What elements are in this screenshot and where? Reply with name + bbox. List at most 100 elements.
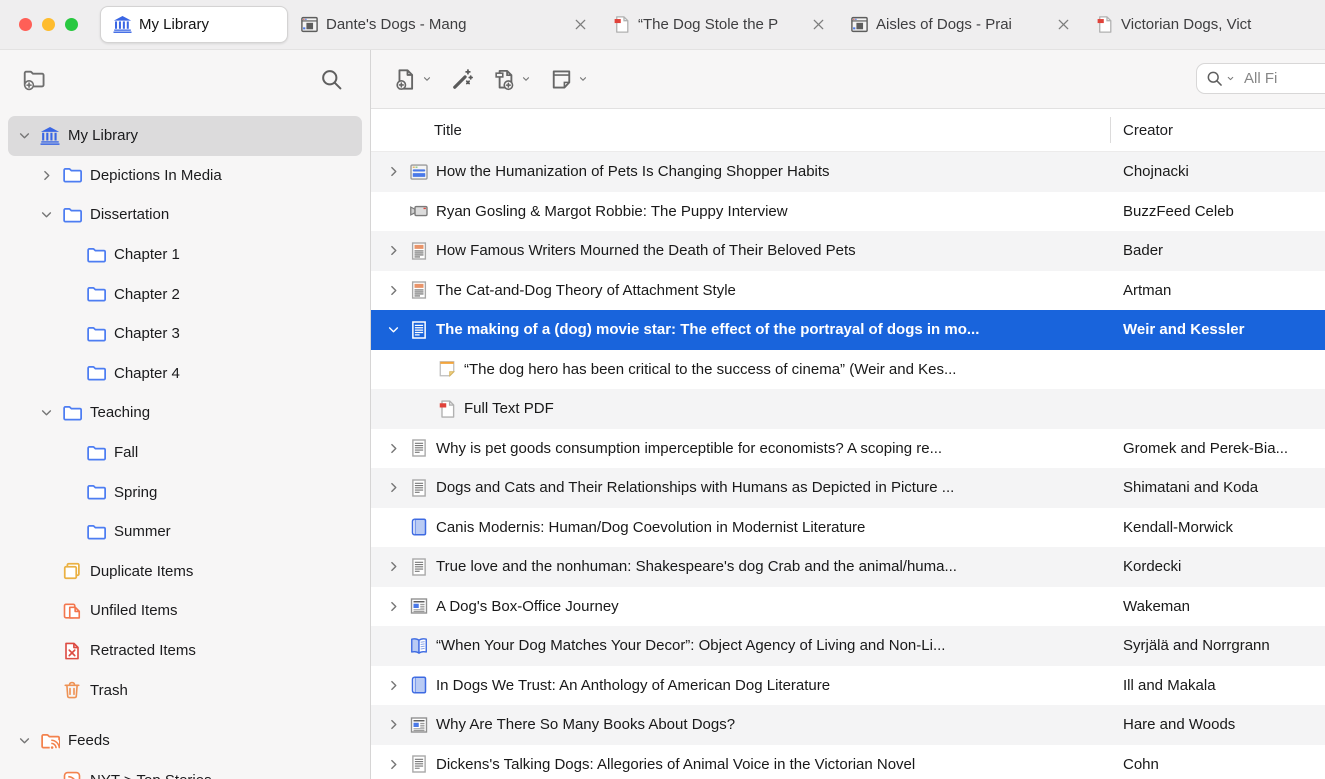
collection-search-button[interactable] bbox=[320, 68, 343, 91]
chevron-right-icon[interactable] bbox=[387, 438, 409, 458]
chevron-down-icon[interactable] bbox=[18, 731, 40, 751]
sidebar-item-spring[interactable]: Spring bbox=[8, 472, 362, 512]
sidebar-item-label: Feeds bbox=[68, 732, 110, 749]
sidebar-item-chapter-3[interactable]: Chapter 3 bbox=[8, 314, 362, 354]
newspaper-icon bbox=[409, 715, 429, 735]
item-row-dogs-and-cats-and-their-relationships-wi[interactable]: Dogs and Cats and Their Relationships wi… bbox=[371, 468, 1325, 508]
chevron-down-icon[interactable] bbox=[18, 126, 40, 146]
item-row-true-love-and-the-nonhuman-shakespeare-s[interactable]: True love and the nonhuman: Shakespeare'… bbox=[371, 547, 1325, 587]
folder-icon bbox=[86, 482, 106, 502]
sidebar-item-my-library[interactable]: My Library bbox=[8, 116, 362, 156]
minimize-window-button[interactable] bbox=[42, 18, 55, 31]
chevron-right-icon[interactable] bbox=[387, 715, 409, 735]
item-creator: Ill and Makala bbox=[1110, 677, 1325, 694]
item-row-the-dog-hero-has-been-critical-to-the-su[interactable]: “The dog hero has been critical to the s… bbox=[371, 350, 1325, 390]
new-attachment-button[interactable] bbox=[493, 68, 531, 91]
library-icon bbox=[113, 15, 132, 34]
sidebar-item-dissertation[interactable]: Dissertation bbox=[8, 195, 362, 235]
chevron-right-icon[interactable] bbox=[387, 478, 409, 498]
item-row-dickens-s-talking-dogs-allegories-of-ani[interactable]: Dickens's Talking Dogs: Allegories of An… bbox=[371, 745, 1325, 779]
sidebar-item-label: Duplicate Items bbox=[90, 563, 193, 580]
item-row-full-text-pdf[interactable]: Full Text PDF bbox=[371, 389, 1325, 429]
chevron-right-icon[interactable] bbox=[387, 557, 409, 577]
item-title-cell: The making of a (dog) movie star: The ef… bbox=[371, 320, 1110, 340]
newspaper-icon bbox=[409, 596, 429, 616]
library-icon bbox=[40, 126, 60, 146]
folder-icon bbox=[86, 284, 106, 304]
tab-dante-s-dogs[interactable]: Dante's Dogs - Mang bbox=[288, 6, 600, 43]
chevron-down-icon[interactable] bbox=[387, 320, 409, 340]
chevron-right-icon[interactable] bbox=[387, 162, 409, 182]
chevron-right-icon[interactable] bbox=[387, 675, 409, 695]
item-creator: Kordecki bbox=[1110, 558, 1325, 575]
item-title-cell: Ryan Gosling & Margot Robbie: The Puppy … bbox=[371, 201, 1110, 221]
chevron-right-icon[interactable] bbox=[387, 596, 409, 616]
chevron-down-icon[interactable] bbox=[40, 403, 62, 423]
chevron-right-icon[interactable] bbox=[40, 165, 62, 185]
sidebar-item-chapter-2[interactable]: Chapter 2 bbox=[8, 274, 362, 314]
twisty-spacer bbox=[415, 359, 437, 379]
sidebar-item-depictions-in-media[interactable]: Depictions In Media bbox=[8, 156, 362, 196]
main-content: My LibraryDepictions In MediaDissertatio… bbox=[0, 50, 1325, 779]
sidebar-item-duplicate-items[interactable]: Duplicate Items bbox=[8, 552, 362, 592]
chevron-right-icon[interactable] bbox=[387, 280, 409, 300]
add-by-identifier-button[interactable] bbox=[451, 68, 474, 91]
close-tab-icon[interactable] bbox=[811, 17, 826, 32]
pdf-icon bbox=[437, 399, 457, 419]
chevron-right-icon[interactable] bbox=[387, 754, 409, 774]
chevron-down-icon bbox=[521, 74, 531, 84]
chevron-down-icon[interactable] bbox=[40, 205, 62, 225]
column-header-creator[interactable]: Creator bbox=[1110, 109, 1325, 151]
rss-icon bbox=[62, 770, 82, 779]
tab-label: My Library bbox=[139, 16, 275, 33]
tab-my-library[interactable]: My Library bbox=[100, 6, 288, 43]
item-row-why-is-pet-goods-consumption-imperceptib[interactable]: Why is pet goods consumption imperceptib… bbox=[371, 429, 1325, 469]
close-window-button[interactable] bbox=[19, 18, 32, 31]
folder-icon bbox=[62, 403, 82, 423]
webpage-icon bbox=[409, 162, 429, 182]
new-collection-button[interactable] bbox=[22, 68, 45, 91]
twisty-spacer bbox=[64, 482, 86, 502]
item-title-cell: “When Your Dog Matches Your Decor”: Obje… bbox=[371, 636, 1110, 656]
item-row-the-cat-and-dog-theory-of-attachment-sty[interactable]: The Cat-and-Dog Theory of Attachment Sty… bbox=[371, 271, 1325, 311]
tab-victorian-dogs[interactable]: Victorian Dogs, Vict bbox=[1083, 6, 1325, 43]
item-row-the-making-of-a-dog-movie-star-the-effec[interactable]: The making of a (dog) movie star: The ef… bbox=[371, 310, 1325, 350]
feeds-folder-icon bbox=[40, 731, 60, 751]
sidebar-item-retracted-items[interactable]: Retracted Items bbox=[8, 631, 362, 671]
sidebar-item-chapter-4[interactable]: Chapter 4 bbox=[8, 354, 362, 394]
item-title: Ryan Gosling & Margot Robbie: The Puppy … bbox=[436, 203, 788, 220]
item-row-how-the-humanization-of-pets-is-changing[interactable]: How the Humanization of Pets Is Changing… bbox=[371, 152, 1325, 192]
sidebar-item-label: Trash bbox=[90, 682, 128, 699]
sidebar-item-unfiled-items[interactable]: Unfiled Items bbox=[8, 591, 362, 631]
tab-aisles-of-dogs[interactable]: Aisles of Dogs - Prai bbox=[838, 6, 1083, 43]
item-row-when-your-dog-matches-your-decor-object-[interactable]: “When Your Dog Matches Your Decor”: Obje… bbox=[371, 626, 1325, 666]
tab-label: Dante's Dogs - Mang bbox=[326, 16, 566, 33]
sidebar-item-label: NYT > Top Stories bbox=[90, 772, 212, 779]
item-row-canis-modernis-human-dog-coevolution-in-[interactable]: Canis Modernis: Human/Dog Coevolution in… bbox=[371, 508, 1325, 548]
item-row-why-are-there-so-many-books-about-dogs[interactable]: Why Are There So Many Books About Dogs?H… bbox=[371, 705, 1325, 745]
quick-search-input[interactable]: All Fi bbox=[1196, 63, 1325, 94]
new-note-button[interactable] bbox=[550, 68, 588, 91]
item-title-cell: True love and the nonhuman: Shakespeare'… bbox=[371, 557, 1110, 577]
item-row-in-dogs-we-trust-an-anthology-of-america[interactable]: In Dogs We Trust: An Anthology of Americ… bbox=[371, 666, 1325, 706]
sidebar-item-summer[interactable]: Summer bbox=[8, 512, 362, 552]
sidebar-item-teaching[interactable]: Teaching bbox=[8, 393, 362, 433]
close-tab-icon[interactable] bbox=[1056, 17, 1071, 32]
item-row-a-dog-s-box-office-journey[interactable]: A Dog's Box-Office JourneyWakeman bbox=[371, 587, 1325, 627]
sidebar-item-feeds[interactable]: Feeds bbox=[8, 721, 362, 761]
new-item-button[interactable] bbox=[394, 68, 432, 91]
sidebar-item-fall[interactable]: Fall bbox=[8, 433, 362, 473]
chevron-right-icon[interactable] bbox=[387, 241, 409, 261]
sidebar-item-chapter-1[interactable]: Chapter 1 bbox=[8, 235, 362, 275]
twisty-spacer bbox=[387, 201, 409, 221]
zoom-window-button[interactable] bbox=[65, 18, 78, 31]
tab-the-dog-stole[interactable]: “The Dog Stole the P bbox=[600, 6, 838, 43]
close-tab-icon[interactable] bbox=[573, 17, 588, 32]
folder-icon bbox=[62, 205, 82, 225]
snapshot-icon bbox=[850, 15, 869, 34]
item-row-how-famous-writers-mourned-the-death-of-[interactable]: How Famous Writers Mourned the Death of … bbox=[371, 231, 1325, 271]
column-header-title[interactable]: Title bbox=[371, 122, 1110, 139]
item-row-ryan-gosling-margot-robbie-the-puppy-int[interactable]: Ryan Gosling & Margot Robbie: The Puppy … bbox=[371, 192, 1325, 232]
sidebar-item-trash[interactable]: Trash bbox=[8, 670, 362, 710]
sidebar-item-nyt-top-stories[interactable]: NYT > Top Stories bbox=[8, 761, 362, 779]
